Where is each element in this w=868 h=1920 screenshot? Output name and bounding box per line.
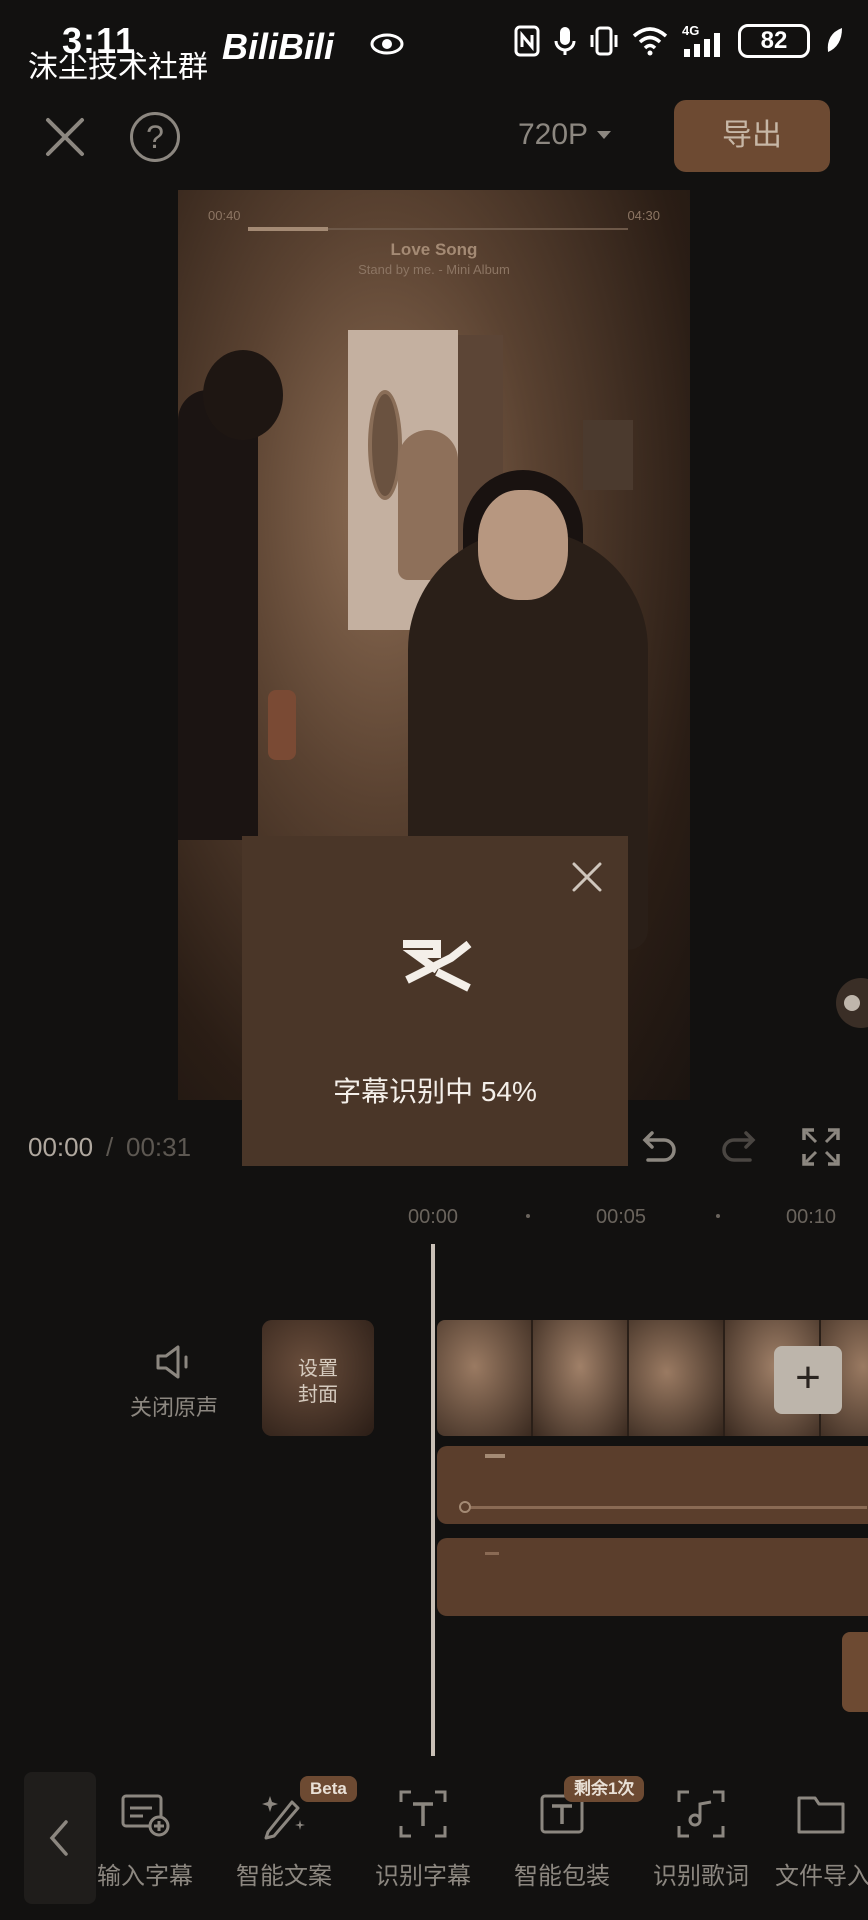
clip-frame [533, 1320, 629, 1436]
ruler-dot [526, 1214, 530, 1218]
recognize-lyrics-icon [677, 1790, 725, 1838]
tool-label: 智能文案 [236, 1863, 332, 1890]
tool-file-import[interactable]: 文件导入 [775, 1788, 868, 1891]
resolution-selector[interactable]: 720P [518, 118, 612, 152]
tool-label: 智能包装 [514, 1863, 610, 1890]
close-icon[interactable] [40, 112, 90, 162]
battery-indicator: 82 [738, 24, 810, 58]
remaining-uses-badge: 剩余1次 [564, 1776, 645, 1802]
status-icons: 4G 82 [514, 23, 844, 58]
scene-poster [583, 420, 633, 490]
song-subtitle: Stand by me. - Mini Album [358, 262, 510, 277]
clip-frame [629, 1320, 725, 1436]
time-separator: / [106, 1132, 114, 1162]
mute-original-sound-label[interactable]: 关闭原声 [130, 1390, 218, 1422]
nfc-icon [514, 25, 540, 57]
input-subtitle-icon [121, 1794, 170, 1837]
clip-frame [437, 1320, 533, 1436]
bilibili-logo: BiliBili [222, 26, 335, 67]
music-progress-fill [248, 227, 328, 231]
tool-smart-package[interactable]: 智能包装 [497, 1788, 627, 1891]
recognition-progress-text: 字幕识别中 54% [333, 1076, 537, 1107]
scene-person-back [398, 430, 458, 580]
tool-label: 识别字幕 [375, 1863, 471, 1890]
set-cover-button[interactable]: 设置 封面 [262, 1320, 374, 1436]
scene-head-left [203, 350, 283, 440]
subtitle-track[interactable] [437, 1538, 868, 1616]
ruler-dot [716, 1214, 720, 1218]
resolution-label: 720P [518, 118, 589, 151]
side-handle-dot [844, 995, 860, 1011]
help-button[interactable]: ? [130, 112, 180, 162]
audio-track[interactable] [437, 1446, 868, 1524]
recognize-subtitle-icon [399, 1790, 447, 1838]
tool-recognize-lyrics[interactable]: 识别歌词 [636, 1788, 766, 1891]
scene-extinguisher [268, 690, 296, 760]
cover-label: 设置 封面 [298, 1358, 338, 1406]
side-handle[interactable] [836, 978, 868, 1028]
vibrate-icon [590, 26, 618, 56]
audio-keyframe[interactable] [459, 1501, 471, 1513]
redo-icon[interactable] [718, 1126, 760, 1168]
scene-door-window [368, 390, 402, 500]
scene-face [478, 490, 568, 600]
tool-label: 文件导入 [775, 1863, 868, 1890]
ruler-label: 00:00 [408, 1206, 459, 1228]
tool-input-subtitle[interactable]: 输入字幕 [80, 1788, 210, 1891]
wifi-icon [632, 27, 668, 56]
dialog-close-icon[interactable] [570, 860, 604, 894]
export-button[interactable]: 导出 [674, 100, 830, 172]
caret-down-icon [597, 131, 612, 139]
subtitle-recognition-dialog: 字幕识别中 54% [242, 836, 628, 1166]
beta-badge: Beta [300, 1776, 357, 1802]
music-time-end: 04:30 [627, 208, 660, 223]
file-import-icon [797, 1796, 845, 1834]
add-clip-button[interactable]: + [774, 1346, 842, 1414]
fullscreen-icon[interactable] [800, 1126, 842, 1168]
playhead[interactable] [431, 1244, 435, 1756]
tool-smart-copy[interactable]: 智能文案 [219, 1788, 349, 1891]
tool-label: 输入字幕 [97, 1863, 193, 1890]
tool-label: 识别歌词 [653, 1863, 749, 1890]
audio-volume-line [467, 1506, 867, 1509]
watermark-text: 沫尘技术社群 [28, 51, 208, 84]
overflow-clip[interactable] [842, 1632, 868, 1712]
total-time: 00:31 [126, 1132, 192, 1162]
eye-icon [370, 33, 404, 55]
microphone-icon [554, 27, 576, 55]
status-bar: 3:11 沫尘技术社群 BiliBili 4G 82 [0, 0, 868, 90]
chevron-left-icon [49, 1820, 68, 1856]
tool-recognize-subtitle[interactable]: 识别字幕 [358, 1788, 488, 1891]
current-time: 00:00 [28, 1132, 94, 1162]
capcut-logo-icon [402, 940, 472, 992]
ruler-label: 00:10 [786, 1206, 837, 1228]
scene-person-left [178, 390, 258, 840]
music-time-start: 00:40 [208, 208, 241, 223]
cellular-signal-icon: 4G [682, 23, 724, 57]
ruler-label: 00:05 [596, 1206, 647, 1228]
leaf-icon [827, 28, 842, 52]
song-title: Love Song [390, 240, 478, 259]
music-overlay: 00:40 04:30 Love Song Stand by me. - Min… [208, 200, 660, 290]
subtitle-marker [485, 1552, 499, 1555]
undo-icon[interactable] [638, 1126, 680, 1168]
speaker-icon[interactable] [154, 1344, 194, 1380]
audio-marker [485, 1454, 505, 1458]
